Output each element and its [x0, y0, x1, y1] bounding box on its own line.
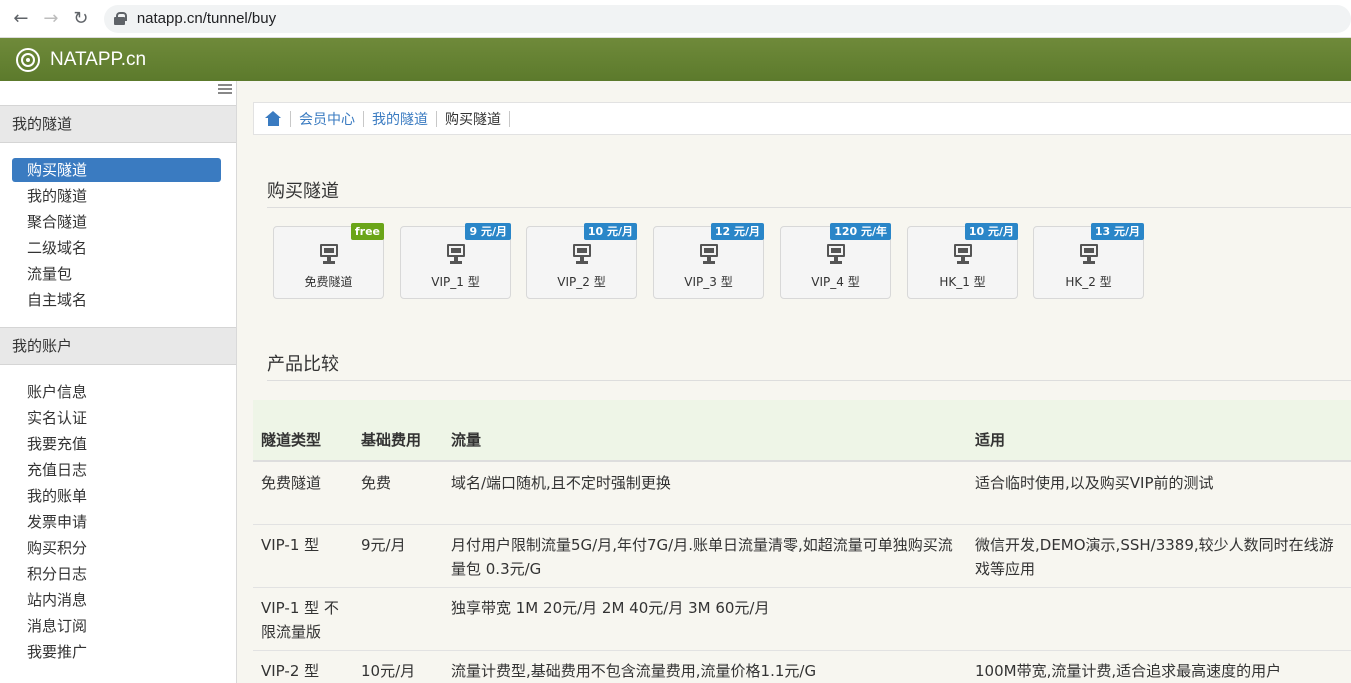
monitor-icon — [320, 244, 338, 264]
table-cell: VIP-1 型 — [261, 536, 320, 554]
table-row: VIP-1 型 不限流量版 独享带宽 1M 20元/月 2M 40元/月 3M … — [253, 588, 1351, 651]
sidebar-item-referral[interactable]: 我要推广 — [12, 640, 221, 664]
back-arrow-icon[interactable]: ← — [6, 4, 36, 34]
sidebar-section-tunnels[interactable]: 我的隧道 — [0, 105, 236, 143]
sidebar-item-traffic-pack[interactable]: 流量包 — [12, 262, 221, 286]
plan-card-vip3[interactable]: 12 元/月 VIP_3 型 — [653, 223, 764, 299]
price-badge: 10 元/月 — [964, 223, 1018, 240]
table-cell: VIP-2 型 — [261, 662, 320, 680]
monitor-icon — [447, 244, 465, 264]
price-badge: 9 元/月 — [465, 223, 511, 240]
table-cell: 流量计费型,基础费用不包含流量费用,流量价格1.1元/G — [451, 662, 817, 680]
sidebar-item-my-bills[interactable]: 我的账单 — [12, 484, 221, 508]
browser-toolbar: ← → ↻ natapp.cn/tunnel/buy — [0, 0, 1351, 38]
natapp-logo-icon[interactable] — [16, 47, 40, 72]
monitor-icon — [827, 244, 845, 264]
buy-tunnel-heading: 购买隧道 — [267, 181, 339, 202]
plan-card-vip2[interactable]: 10 元/月 VIP_2 型 — [526, 223, 637, 299]
plan-name: VIP_1 型 — [431, 275, 480, 289]
table-cell: 独享带宽 1M 20元/月 2M 40元/月 3M 60元/月 — [451, 599, 770, 617]
plan-card-vip1[interactable]: 9 元/月 VIP_1 型 — [400, 223, 511, 299]
table-cell: 免费隧道 — [261, 474, 322, 492]
monitor-icon — [700, 244, 718, 264]
column-header: 隧道类型 — [261, 431, 322, 449]
plan-name: 免费隧道 — [304, 275, 353, 289]
sidebar-item-custom-domain[interactable]: 自主域名 — [12, 288, 221, 312]
table-cell: 9元/月 — [361, 536, 406, 554]
price-badge: 10 元/月 — [583, 223, 637, 240]
monitor-icon — [1080, 244, 1098, 264]
plan-card-free[interactable]: free 免费隧道 — [273, 223, 384, 299]
plan-card-vip4[interactable]: 120 元/年 VIP_4 型 — [780, 223, 891, 299]
price-badge: 13 元/月 — [1090, 223, 1144, 240]
sidebar-item-subscriptions[interactable]: 消息订阅 — [12, 614, 221, 638]
app-header: NATAPP.cn — [0, 38, 1351, 81]
sidebar-item-invoice[interactable]: 发票申请 — [12, 510, 221, 534]
table-header-row: 隧道类型 基础费用 流量 适用 — [253, 400, 1351, 462]
url-text[interactable]: natapp.cn/tunnel/buy — [137, 10, 276, 27]
column-header: 流量 — [451, 431, 482, 449]
plan-name: HK_1 型 — [939, 275, 986, 289]
breadcrumb-member-center[interactable]: 会员中心 — [299, 109, 355, 129]
price-badge: free — [350, 223, 384, 240]
plan-name: HK_2 型 — [1065, 275, 1112, 289]
address-bar[interactable]: natapp.cn/tunnel/buy — [103, 4, 1351, 33]
monitor-icon — [954, 244, 972, 264]
sidebar: 我的隧道 购买隧道 我的隧道 聚合隧道 二级域名 流量包 自主域名 我的账户 账… — [0, 81, 237, 683]
price-badge: 12 元/月 — [710, 223, 764, 240]
price-badge: 120 元/年 — [830, 223, 891, 240]
table-row: VIP-1 型 9元/月 月付用户限制流量5G/月,年付7G/月.账单日流量清零… — [253, 525, 1351, 588]
sidebar-item-subdomain[interactable]: 二级域名 — [12, 236, 221, 260]
plan-name: VIP_3 型 — [684, 275, 733, 289]
breadcrumb: 会员中心 我的隧道 购买隧道 — [253, 102, 1351, 135]
sidebar-item-verification[interactable]: 实名认证 — [12, 406, 221, 430]
monitor-icon — [573, 244, 591, 264]
table-cell: 10元/月 — [361, 662, 416, 680]
sidebar-item-recharge[interactable]: 我要充值 — [12, 432, 221, 456]
sidebar-item-account-info[interactable]: 账户信息 — [12, 380, 221, 404]
main-content: 会员中心 我的隧道 购买隧道 购买隧道 free 免费隧道 9 元/月 VIP_… — [237, 81, 1351, 683]
table-cell: 微信开发,DEMO演示,SSH/3389,较少人数同时在线游戏等应用 — [975, 536, 1334, 578]
column-header: 基础费用 — [361, 431, 422, 449]
table-cell: 适合临时使用,以及购买VIP前的测试 — [975, 474, 1214, 492]
table-cell: 100M带宽,流量计费,适合追求最高速度的用户 — [975, 662, 1282, 680]
table-row: 免费隧道 免费 域名/端口随机,且不定时强制更换 适合临时使用,以及购买VIP前… — [253, 464, 1351, 525]
sidebar-item-my-tunnels[interactable]: 我的隧道 — [12, 184, 221, 208]
sidebar-item-messages[interactable]: 站内消息 — [12, 588, 221, 612]
table-cell: VIP-1 型 不限流量版 — [261, 599, 339, 641]
sidebar-item-recharge-log[interactable]: 充值日志 — [12, 458, 221, 482]
plan-card-hk1[interactable]: 10 元/月 HK_1 型 — [907, 223, 1018, 299]
sidebar-collapse-icon[interactable] — [218, 84, 232, 94]
sidebar-item-buy-points[interactable]: 购买积分 — [12, 536, 221, 560]
forward-arrow-icon[interactable]: → — [36, 4, 66, 34]
table-cell: 免费 — [361, 474, 392, 492]
plan-name: VIP_2 型 — [557, 275, 606, 289]
table-row: VIP-2 型 10元/月 流量计费型,基础费用不包含流量费用,流量价格1.1元… — [253, 651, 1351, 683]
sidebar-section-account[interactable]: 我的账户 — [0, 327, 236, 365]
plan-name: VIP_4 型 — [811, 275, 860, 289]
brand-name[interactable]: NATAPP.cn — [50, 49, 146, 71]
breadcrumb-buy-tunnel: 购买隧道 — [445, 111, 501, 128]
table-cell: 月付用户限制流量5G/月,年付7G/月.账单日流量清零,如超流量可单独购买流量包… — [451, 536, 953, 578]
breadcrumb-my-tunnels[interactable]: 我的隧道 — [372, 109, 428, 129]
home-icon[interactable] — [265, 110, 282, 127]
sidebar-item-points-log[interactable]: 积分日志 — [12, 562, 221, 586]
table-cell: 域名/端口随机,且不定时强制更换 — [451, 474, 671, 492]
compare-heading: 产品比较 — [267, 354, 339, 375]
sidebar-item-buy-tunnel[interactable]: 购买隧道 — [12, 158, 221, 182]
column-header: 适用 — [975, 431, 1006, 449]
plan-card-hk2[interactable]: 13 元/月 HK_2 型 — [1033, 223, 1144, 299]
lock-icon — [113, 12, 127, 25]
sidebar-item-aggregate-tunnels[interactable]: 聚合隧道 — [12, 210, 221, 234]
reload-icon[interactable]: ↻ — [66, 4, 96, 34]
